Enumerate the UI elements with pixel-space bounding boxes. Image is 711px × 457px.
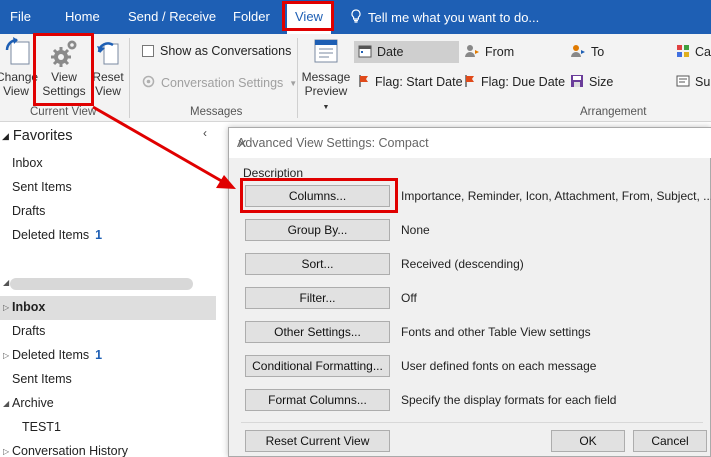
annotation-arrow [92,105,236,189]
